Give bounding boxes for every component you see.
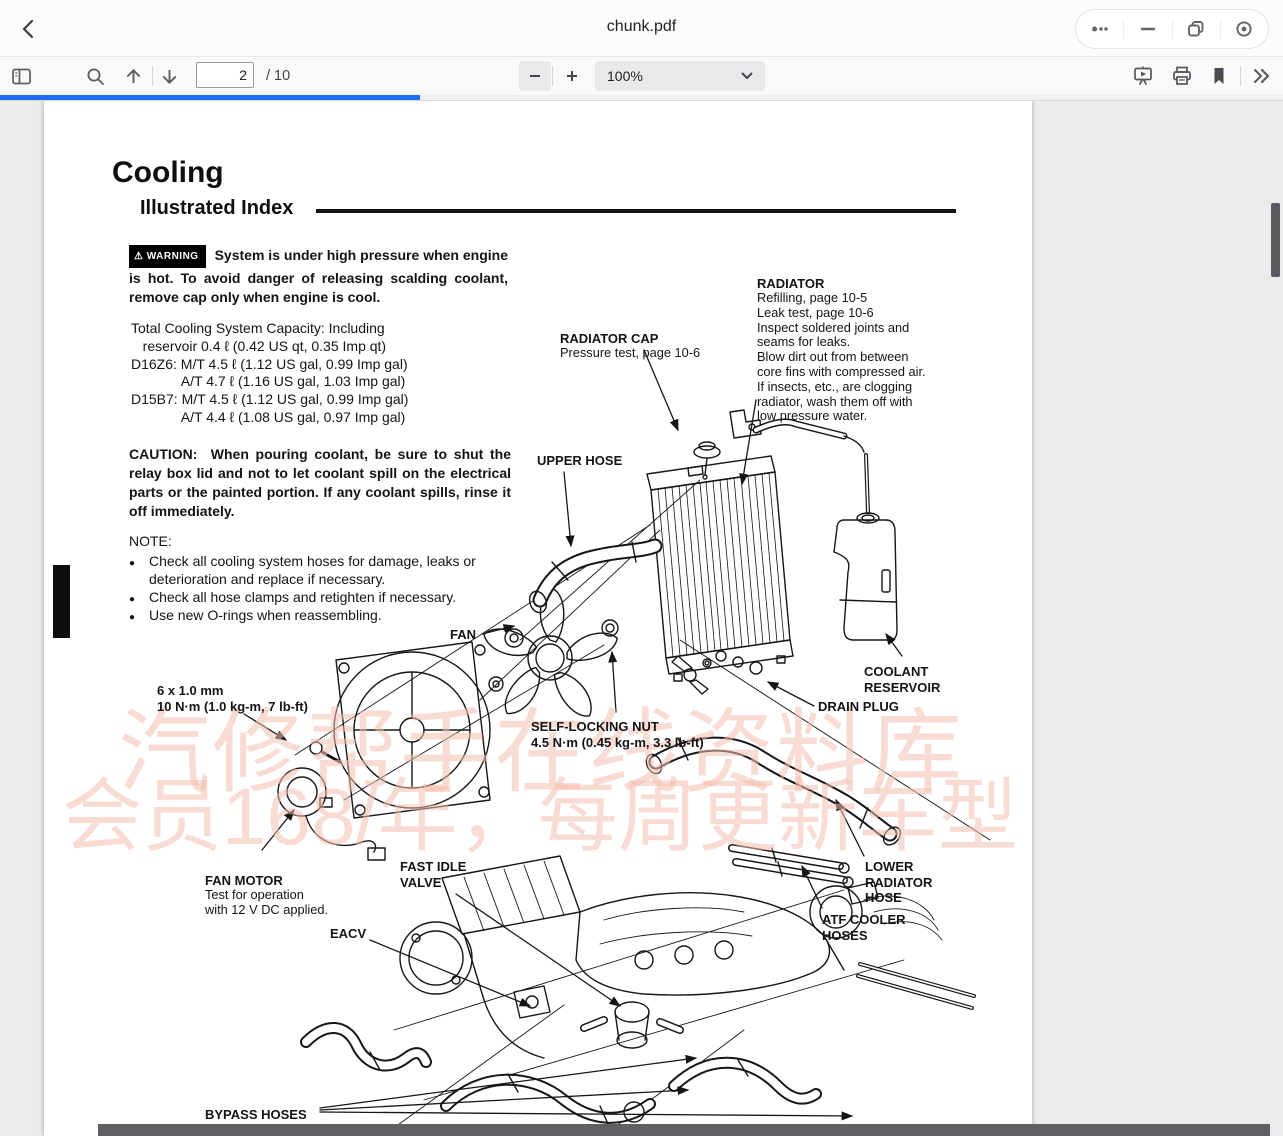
minus-icon	[530, 75, 540, 77]
label-coolant-reservoir: COOLANT RESERVOIR	[864, 664, 941, 695]
pdf-toolbar: / 10 100%	[0, 57, 1283, 95]
horizontal-scrollbar-thumb[interactable]	[98, 1124, 1270, 1136]
label-radiator-cap: RADIATOR CAP Pressure test, page 10-6	[560, 330, 701, 360]
label-bolt-spec: 6 x 1.0 mm 10 N·m (1.0 kg-m, 7 lb-ft)	[157, 683, 308, 714]
sidebar-toggle-button[interactable]	[10, 65, 32, 87]
circle-dot-icon	[1236, 21, 1252, 37]
toolbar-divider	[552, 66, 553, 86]
label-atf-cooler-hoses: ATF COOLER HOSES	[822, 912, 906, 943]
bullet-icon: ●	[129, 612, 136, 623]
warning-paragraph: ⚠ WARNING System is under high pressure w…	[129, 245, 508, 307]
label-drain-plug: DRAIN PLUG	[818, 699, 899, 714]
note-item: ● Use new O-rings when reassembling.	[129, 606, 524, 624]
caution-label: CAUTION:	[129, 446, 198, 462]
zoom-level-select[interactable]: 100%	[595, 61, 765, 91]
sidebar-toggle-icon	[11, 68, 31, 84]
label-upper-hose: UPPER HOSE	[537, 453, 623, 468]
more-tools-button[interactable]	[1250, 65, 1272, 87]
arrow-up-icon	[126, 68, 140, 83]
bookmark-icon	[1214, 68, 1224, 84]
presentation-mode-button[interactable]	[1132, 65, 1154, 87]
label-lower-radiator-hose: LOWER RADIATOR HOSE	[865, 859, 933, 905]
note-list: ● Check all cooling system hoses for dama…	[129, 552, 524, 624]
presentation-mode-icon	[1134, 66, 1152, 85]
plus-icon	[567, 71, 577, 81]
minimize-icon	[1140, 27, 1156, 31]
restore-button[interactable]	[1173, 10, 1220, 48]
note-item: ● Check all cooling system hoses for dama…	[129, 553, 476, 587]
vertical-scrollbar-thumb[interactable]	[1271, 203, 1280, 277]
toolbar-divider	[152, 66, 153, 86]
loading-progress-fill	[0, 95, 420, 100]
section-title: Cooling	[112, 156, 224, 189]
zoom-in-button[interactable]	[556, 61, 588, 91]
next-page-button[interactable]	[158, 65, 180, 87]
label-fan-motor: FAN MOTOR Test for operation with 12 V D…	[205, 872, 329, 917]
minimize-button[interactable]	[1124, 10, 1171, 48]
bookmark-button[interactable]	[1208, 65, 1230, 87]
label-fast-idle-valve: FAST IDLE VALVE	[400, 859, 467, 890]
warning-triangle-icon: ⚠	[134, 251, 144, 262]
page-edge-tab-marker	[53, 565, 70, 638]
subtitle-rule	[316, 209, 956, 213]
search-button[interactable]	[84, 65, 106, 87]
label-radiator: RADIATOR Refilling, page 10-5 Leak test,…	[757, 275, 926, 424]
print-icon	[1173, 66, 1191, 85]
window-title-bar: chunk.pdf	[0, 0, 1283, 57]
pdf-page: Cooling Illustrated Index ⚠ WARNING Syste…	[44, 100, 1032, 1136]
double-chevron-right-icon	[1254, 69, 1269, 83]
watermark-line-2: 会员168/年，每周更新车型	[62, 772, 1018, 861]
circle-dot-button[interactable]	[1221, 10, 1268, 48]
previous-page-button[interactable]	[122, 65, 144, 87]
caution-paragraph: CAUTION: When pouring coolant, be sure t…	[129, 445, 511, 521]
note-item: ● Check all hose clamps and retighten if …	[129, 588, 524, 606]
more-options-button[interactable]	[1076, 10, 1123, 48]
chevron-down-icon	[741, 72, 753, 79]
label-bypass-hoses: BYPASS HOSES	[205, 1107, 307, 1122]
zoom-level-value: 100%	[607, 68, 643, 84]
capacity-spec-block: Total Cooling System Capacity: Including…	[131, 320, 409, 425]
loading-progress-track	[0, 95, 1283, 101]
page-number-input[interactable]	[196, 62, 254, 88]
more-dots-icon	[1091, 26, 1108, 32]
label-eacv: EACV	[330, 926, 367, 941]
arrow-down-icon	[162, 69, 176, 84]
warning-badge: ⚠ WARNING	[129, 245, 206, 268]
note-label: NOTE:	[129, 533, 172, 549]
print-button[interactable]	[1171, 65, 1193, 87]
page-total-label: / 10	[266, 68, 291, 84]
window-controls	[1075, 9, 1269, 49]
toolbar-divider	[1240, 66, 1241, 86]
section-subtitle: Illustrated Index	[140, 197, 294, 219]
label-fan: FAN	[450, 627, 476, 642]
bullet-icon: ●	[129, 558, 136, 569]
label-self-locking-nut: SELF-LOCKING NUT 4.5 N·m (0.45 kg-m, 3.3…	[531, 719, 704, 750]
note-block: NOTE: ● Check all cooling system hoses fo…	[129, 533, 524, 624]
zoom-out-button[interactable]	[519, 61, 551, 91]
restore-icon	[1188, 21, 1204, 37]
search-icon	[87, 68, 104, 85]
pdf-viewport: Cooling Illustrated Index ⚠ WARNING Syste…	[0, 100, 1283, 1136]
